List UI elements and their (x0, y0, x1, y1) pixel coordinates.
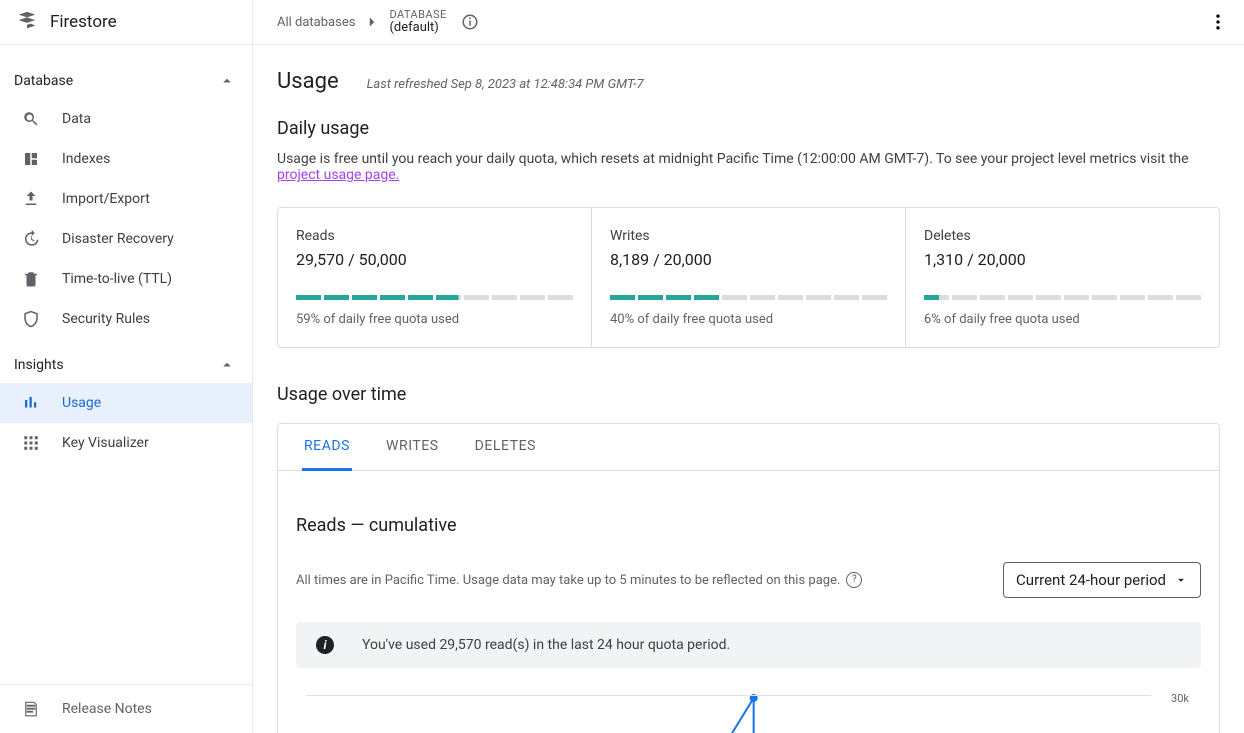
chevron-right-icon (363, 13, 381, 31)
sidebar-item-release-notes[interactable]: Release Notes (0, 689, 252, 729)
sidebar-item-label: Data (62, 111, 91, 127)
sidebar-item-label: Time-to-live (TTL) (62, 271, 172, 287)
quota-pct-text: 40% of daily free quota used (610, 312, 887, 327)
shield-icon (22, 310, 40, 328)
quota-bar-writes (610, 295, 887, 300)
tabs-row: READS WRITES DELETES (278, 424, 1219, 471)
sidebar-item-label: Key Visualizer (62, 435, 149, 451)
sidebar-item-key-visualizer[interactable]: Key Visualizer (0, 423, 252, 463)
chart-area: 30k (296, 692, 1201, 733)
quota-card-deletes: Deletes 1,310 / 20,000 6% of daily free … (905, 208, 1219, 347)
daily-usage-desc-text: Usage is free until you reach your daily… (277, 151, 1189, 167)
chevron-up-icon (218, 356, 236, 374)
tab-writes[interactable]: WRITES (384, 424, 441, 471)
sidebar-item-label: Disaster Recovery (62, 231, 174, 247)
metric-name: Deletes (924, 228, 1201, 244)
quota-cards-row: Reads 29,570 / 50,000 59% of daily free … (277, 207, 1220, 348)
help-icon[interactable]: ? (846, 572, 862, 588)
breadcrumb-current-db[interactable]: DATABASE (default) (389, 9, 446, 35)
breadcrumb: All databases DATABASE (default) (253, 0, 1244, 45)
more-actions-button[interactable] (1202, 6, 1234, 38)
chart-gridline (306, 695, 1151, 696)
metric-value: 1,310 / 20,000 (924, 250, 1201, 269)
history-icon (22, 230, 40, 248)
sidebar-item-data[interactable]: Data (0, 99, 252, 139)
upload-icon (22, 190, 40, 208)
section-header-database[interactable]: Database (0, 63, 252, 99)
sidebar-item-disaster-recovery[interactable]: Disaster Recovery (0, 219, 252, 259)
sidebar-item-label: Release Notes (62, 701, 152, 717)
quota-card-reads: Reads 29,570 / 50,000 59% of daily free … (278, 208, 591, 347)
daily-usage-desc: Usage is free until you reach your daily… (277, 151, 1220, 183)
line-chart-svg (306, 692, 1151, 733)
sidebar-item-label: Usage (62, 395, 101, 411)
info-icon: i (316, 636, 334, 654)
chevron-up-icon (218, 72, 236, 90)
daily-usage-title: Daily usage (277, 118, 1220, 139)
last-refreshed-text: Last refreshed Sep 8, 2023 at 12:48:34 P… (367, 77, 644, 92)
chart-subtext: All times are in Pacific Time. Usage dat… (296, 573, 840, 588)
firestore-icon (16, 11, 38, 33)
trash-icon (22, 270, 40, 288)
metric-value: 8,189 / 20,000 (610, 250, 887, 269)
quota-bar-deletes (924, 295, 1201, 300)
tab-deletes[interactable]: DELETES (473, 424, 538, 471)
tab-reads[interactable]: READS (302, 424, 352, 471)
indexes-icon (22, 150, 40, 168)
info-outline-icon[interactable] (461, 13, 479, 31)
sidebar-item-ttl[interactable]: Time-to-live (TTL) (0, 259, 252, 299)
quota-bar-reads (296, 295, 573, 300)
quota-pct-text: 6% of daily free quota used (924, 312, 1201, 327)
sidebar-item-indexes[interactable]: Indexes (0, 139, 252, 179)
section-header-insights[interactable]: Insights (0, 347, 252, 383)
quota-card-writes: Writes 8,189 / 20,000 40% of daily free … (591, 208, 905, 347)
quota-pct-text: 59% of daily free quota used (296, 312, 573, 327)
info-banner: i You've used 29,570 read(s) in the last… (296, 622, 1201, 668)
search-icon (22, 110, 40, 128)
brand-title: Firestore (50, 12, 117, 32)
sidebar-item-import-export[interactable]: Import/Export (0, 179, 252, 219)
sidebar-item-label: Indexes (62, 151, 110, 167)
db-name: (default) (389, 21, 446, 35)
section-header-label: Insights (14, 357, 64, 373)
sidebar-item-label: Import/Export (62, 191, 150, 207)
y-axis-tick-30k: 30k (1171, 692, 1189, 705)
sidebar-item-label: Security Rules (62, 311, 150, 327)
metric-name: Writes (610, 228, 887, 244)
chart-title: Reads — cumulative (296, 515, 1201, 536)
sidebar-item-usage[interactable]: Usage (0, 383, 252, 423)
notes-icon (22, 700, 40, 718)
breadcrumb-all-databases[interactable]: All databases (277, 15, 355, 30)
period-select[interactable]: Current 24-hour period (1003, 562, 1201, 598)
metric-name: Reads (296, 228, 573, 244)
dropdown-arrow-icon (1174, 573, 1188, 587)
usage-over-time-title: Usage over time (277, 384, 1220, 405)
bar-chart-icon (22, 394, 40, 412)
period-select-label: Current 24-hour period (1016, 571, 1166, 589)
metric-value: 29,570 / 50,000 (296, 250, 573, 269)
sidebar-item-security-rules[interactable]: Security Rules (0, 299, 252, 339)
grid-icon (22, 434, 40, 452)
project-usage-link[interactable]: project usage page. (277, 167, 399, 183)
section-header-label: Database (14, 73, 73, 89)
page-title: Usage (277, 69, 339, 94)
brand-header: Firestore (0, 0, 252, 45)
info-banner-text: You've used 29,570 read(s) in the last 2… (362, 637, 730, 653)
